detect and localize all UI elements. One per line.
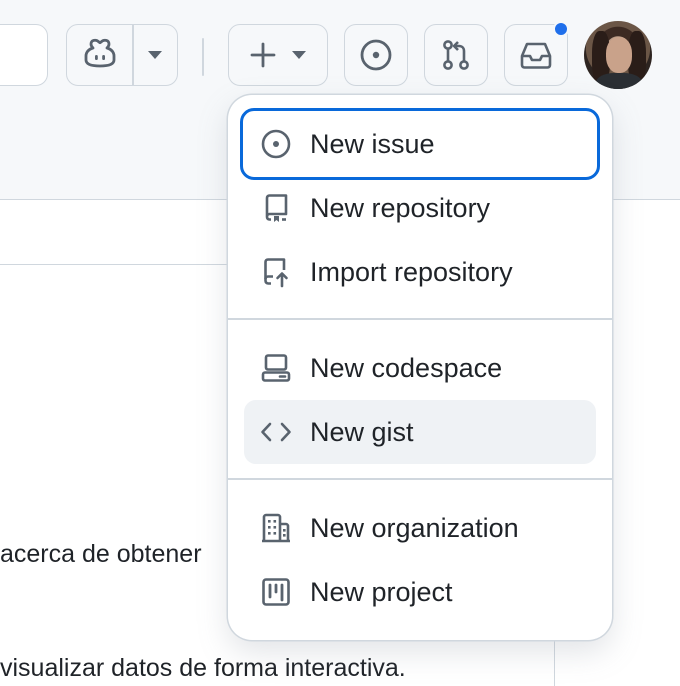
menu-item-import-repository[interactable]: Import repository xyxy=(244,240,596,304)
copilot-menu-button[interactable] xyxy=(134,25,177,85)
repo-push-icon xyxy=(260,256,292,288)
avatar[interactable] xyxy=(584,21,652,89)
menu-separator xyxy=(228,318,612,320)
organization-icon xyxy=(260,512,292,544)
menu-item-new-project[interactable]: New project xyxy=(244,560,596,624)
triangle-down-icon xyxy=(292,51,306,59)
inbox-icon xyxy=(519,40,553,70)
menu-item-label: New gist xyxy=(310,416,414,447)
background-text-line: visualizar datos de forma interactiva. xyxy=(0,654,406,682)
menu-item-new-organization[interactable]: New organization xyxy=(244,496,596,560)
menu-item-label: New project xyxy=(310,576,453,607)
notification-indicator xyxy=(553,21,569,37)
menu-item-new-repository[interactable]: New repository xyxy=(244,176,596,240)
triangle-down-icon xyxy=(148,46,163,64)
menu-item-new-issue[interactable]: New issue xyxy=(240,108,600,180)
create-new-button[interactable] xyxy=(228,24,328,86)
menu-item-new-codespace[interactable]: New codespace xyxy=(244,336,596,400)
code-icon xyxy=(260,416,292,448)
pull-requests-button[interactable] xyxy=(424,24,488,86)
search-input[interactable] xyxy=(0,24,48,86)
codespaces-icon xyxy=(260,352,292,384)
plus-icon xyxy=(250,42,276,68)
issues-button[interactable] xyxy=(344,24,408,86)
git-pull-request-icon xyxy=(439,38,473,72)
create-new-menu: New issue New repository Import reposito… xyxy=(228,95,612,640)
repo-icon xyxy=(260,192,292,224)
copilot-button[interactable] xyxy=(67,25,132,85)
menu-item-label: New repository xyxy=(310,192,491,223)
menu-item-label: New organization xyxy=(310,512,519,543)
copilot-icon xyxy=(83,38,117,73)
menu-item-label: New codespace xyxy=(310,352,503,383)
issue-opened-icon xyxy=(359,38,393,72)
menu-item-label: New issue xyxy=(310,128,435,159)
menu-separator xyxy=(228,478,612,480)
copilot-split-button xyxy=(66,24,178,86)
header-divider xyxy=(202,38,204,76)
issue-opened-icon xyxy=(260,128,292,160)
menu-item-label: Import repository xyxy=(310,256,513,287)
menu-item-new-gist[interactable]: New gist xyxy=(244,400,596,464)
project-icon xyxy=(260,576,292,608)
background-text-line: acerca de obtener xyxy=(0,540,202,568)
